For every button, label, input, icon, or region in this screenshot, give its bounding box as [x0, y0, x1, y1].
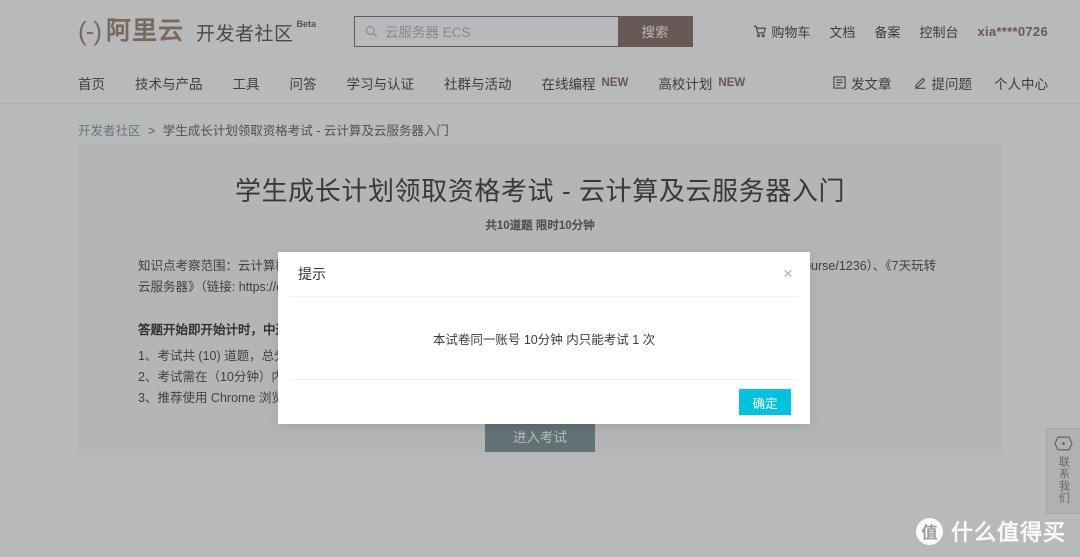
contact-icon — [1054, 436, 1073, 451]
search-bar[interactable]: 云服务器 ECS 搜索 — [354, 15, 694, 47]
nav-item-tools[interactable]: 工具 — [233, 73, 260, 93]
header-item-icp[interactable]: 备案 — [874, 22, 900, 41]
main-nav: 首页 技术与产品 工具 问答 学习与认证 社群与活动 在线编程 NEW 高校计划… — [0, 62, 1080, 104]
breadcrumb: 开发者社区 > 学生成长计划领取资格考试 - 云计算及云服务器入门 — [78, 120, 449, 139]
header-item-console[interactable]: 控制台 — [919, 22, 958, 41]
dialog-footer: 确定 — [278, 380, 810, 424]
search-button[interactable]: 搜索 — [618, 16, 693, 46]
nav-item-learning[interactable]: 学习与认证 — [347, 73, 415, 93]
header-utility-nav: 购物车 文档 备案 控制台 xia****0726 — [753, 22, 1048, 41]
nav-item-online-coding-badge: NEW — [601, 76, 629, 89]
logo-text: 阿里云 — [105, 16, 184, 45]
pencil-icon — [914, 77, 926, 89]
watermark-badge: 值 — [915, 517, 943, 545]
logo-bracket: (-) — [78, 16, 102, 46]
breadcrumb-current: 学生成长计划领取资格考试 - 云计算及云服务器入门 — [162, 124, 449, 138]
header-item-cart[interactable]: 购物车 — [753, 22, 810, 41]
nav-item-home[interactable]: 首页 — [78, 73, 105, 93]
cart-icon — [754, 25, 767, 37]
dialog-message: 本试卷同一账号 10分钟 内只能考试 1 次 — [432, 332, 656, 347]
search-icon — [365, 25, 378, 37]
nav-item-tech-products[interactable]: 技术与产品 — [135, 73, 203, 93]
beta-badge: Beta — [296, 19, 317, 29]
nav-item-online-coding-label: 在线编程 — [541, 76, 596, 92]
nav-item-online-coding[interactable]: 在线编程 NEW — [542, 73, 629, 93]
nav-item-tech-products-label: 技术与产品 — [135, 76, 203, 92]
nav-item-qa-label: 问答 — [289, 76, 317, 92]
contact-us-label: 联系我们 — [1057, 456, 1070, 504]
confirm-button[interactable]: 确定 — [739, 389, 791, 415]
site-header: (-) 阿里云 开发者社区 Beta 云服务器 ECS 搜索 购物车 文档 备案… — [0, 0, 1080, 62]
nav-action-write-article-label: 发文章 — [851, 76, 892, 92]
breadcrumb-root-link[interactable]: 开发者社区 — [78, 124, 141, 138]
breadcrumb-separator: > — [148, 124, 156, 138]
header-item-docs[interactable]: 文档 — [829, 22, 855, 41]
main-nav-actions: 发文章 提问题 个人中心 — [833, 73, 1048, 93]
watermark-text: 什么值得买 — [950, 520, 1066, 545]
tip-dialog: 提示 × 本试卷同一账号 10分钟 内只能考试 1 次 确定 — [278, 252, 810, 424]
nav-item-campus-plan-label: 高校计划 — [658, 76, 713, 92]
nav-item-home-label: 首页 — [78, 76, 105, 92]
header-item-cart-label: 购物车 — [771, 24, 811, 40]
nav-action-user-center[interactable]: 个人中心 — [994, 73, 1048, 93]
brand-logo[interactable]: (-) 阿里云 开发者社区 Beta — [78, 18, 316, 44]
nav-item-learning-label: 学习与认证 — [346, 76, 415, 92]
sub-brand-label: 开发者社区 — [196, 24, 294, 45]
contact-us-widget[interactable]: 联系我们 — [1046, 428, 1080, 514]
dialog-title: 提示 — [298, 266, 326, 282]
dialog-body: 本试卷同一账号 10分钟 内只能考试 1 次 — [278, 297, 810, 379]
nav-item-community[interactable]: 社群与活动 — [444, 73, 512, 93]
nav-action-ask-question[interactable]: 提问题 — [914, 73, 973, 93]
nav-item-campus-plan[interactable]: 高校计划 NEW — [658, 73, 745, 93]
header-item-username[interactable]: xia****0726 — [977, 24, 1048, 39]
page-title: 学生成长计划领取资格考试 - 云计算及云服务器入门 — [234, 176, 846, 206]
article-icon — [833, 76, 846, 89]
nav-item-campus-plan-badge: NEW — [718, 76, 746, 89]
nav-item-qa[interactable]: 问答 — [290, 73, 317, 93]
enter-exam-button[interactable]: 进入考试 — [485, 420, 595, 452]
close-icon[interactable]: × — [783, 265, 793, 282]
nav-item-community-label: 社群与活动 — [444, 76, 512, 92]
search-input-box[interactable]: 云服务器 ECS — [355, 16, 619, 46]
nav-item-tools-label: 工具 — [232, 76, 260, 92]
main-nav-items: 首页 技术与产品 工具 问答 学习与认证 社群与活动 在线编程 NEW 高校计划… — [78, 73, 745, 93]
nav-action-ask-question-label: 提问题 — [931, 76, 973, 92]
watermark: 值 什么值得买 — [915, 515, 1066, 547]
aliyun-logo-icon: (-) 阿里云 — [78, 18, 184, 44]
search-placeholder: 云服务器 ECS — [385, 25, 471, 40]
nav-action-write-article[interactable]: 发文章 — [833, 73, 892, 93]
exam-meta: 共10道题 限时10分钟 — [485, 220, 595, 232]
dialog-header: 提示 × — [278, 252, 810, 296]
